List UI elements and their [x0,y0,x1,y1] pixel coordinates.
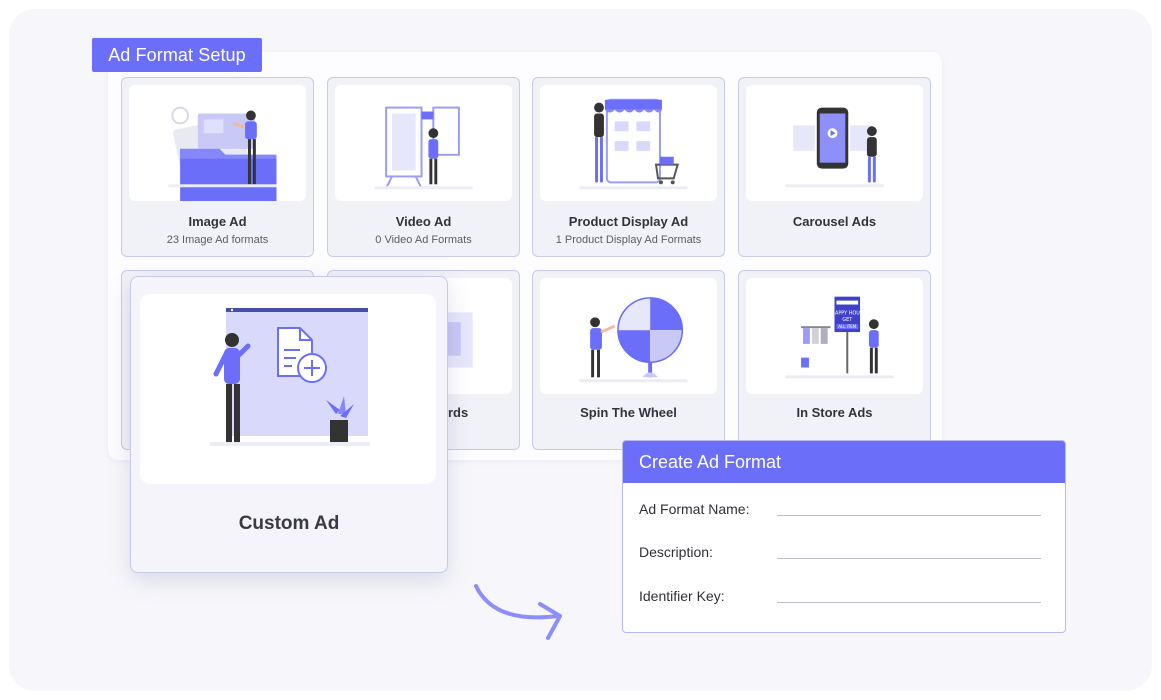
spin-the-wheel-title: Spin The Wheel [580,405,677,420]
image-ad-illustration [129,85,306,201]
spin-the-wheel-card[interactable]: Spin The Wheel [532,270,725,450]
video-ad-title: Video Ad [395,214,452,229]
description-field[interactable]: Description: [639,544,1041,564]
image-ad-title: Image Ad [188,214,247,229]
create-ad-format-panel: Create Ad Format Ad Format Name: Descrip… [622,440,1066,633]
svg-text:ALL ITEM: ALL ITEM [838,324,856,329]
custom-ad-title: Custom Ad [238,513,340,534]
poster-text: HAPPY HOUR [831,310,864,316]
create-ad-format-title: Create Ad Format [623,441,1065,483]
product-display-ad-title: Product Display Ad [568,214,689,229]
svg-text:GET: GET [842,317,853,323]
ad-format-name-label: Ad Format Name: [639,501,750,517]
image-ad-count: 23 Image Ad formats [166,234,269,246]
carousel-illustration [746,85,923,201]
description-label: Description: [639,544,713,560]
identifier-key-input[interactable] [777,602,1041,603]
ad-format-name-input[interactable] [777,515,1041,516]
identifier-key-label: Identifier Key: [639,588,725,604]
product-display-ad-card[interactable]: Product Display Ad 1 Product Display Ad … [532,77,725,257]
product-display-ad-count: 1 Product Display Ad Formats [555,234,702,246]
description-input[interactable] [777,558,1041,559]
spin-wheel-illustration [540,278,717,394]
ad-format-name-field[interactable]: Ad Format Name: [639,501,1041,521]
video-ad-illustration [335,85,512,201]
carousel-ads-title: Carousel Ads [792,214,877,229]
curved-arrow-icon [474,584,562,640]
identifier-key-field[interactable]: Identifier Key: [639,588,1041,608]
in-store-ads-card[interactable]: HAPPY HOUR GET ALL ITEM In Store Ads [738,270,931,450]
ad-format-setup-title: Ad Format Setup [92,38,262,72]
in-store-illustration: HAPPY HOUR GET ALL ITEM [746,278,923,394]
video-ad-card[interactable]: Video Ad 0 Video Ad Formats [327,77,520,257]
custom-ad-card[interactable]: Custom Ad [130,276,448,573]
image-ad-card[interactable]: Image Ad 23 Image Ad formats [121,77,314,257]
custom-ad-illustration [140,294,436,484]
video-ad-count: 0 Video Ad Formats [375,234,472,246]
in-store-ads-title: In Store Ads [796,405,873,420]
carousel-ads-card[interactable]: Carousel Ads [738,77,931,257]
product-display-illustration [540,85,717,201]
